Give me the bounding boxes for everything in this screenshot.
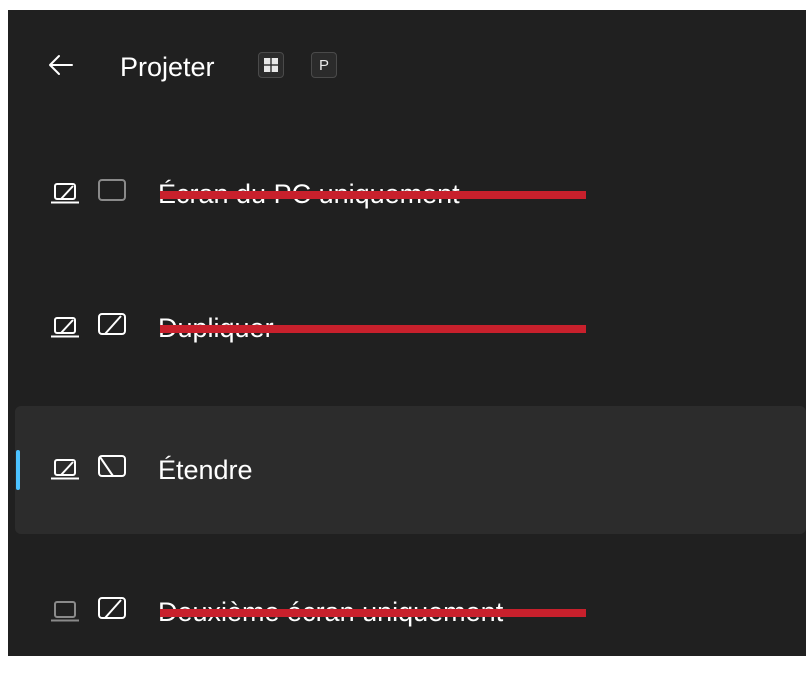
- extend-icon: [51, 455, 126, 480]
- project-flyout: Projeter P Écran du PC uniquement: [8, 10, 806, 656]
- page-title: Projeter: [120, 52, 215, 82]
- selection-indicator: [16, 450, 20, 490]
- option-second-screen-only[interactable]: Deuxième écran uniquement: [15, 548, 806, 676]
- back-arrow-icon: [49, 55, 73, 75]
- pc-screen-only-icon: [51, 179, 126, 204]
- redaction-bar: [160, 191, 586, 199]
- redaction-bar: [160, 609, 586, 617]
- back-button[interactable]: [44, 48, 78, 82]
- option-extend[interactable]: Étendre: [15, 406, 806, 534]
- windows-key-badge: [258, 52, 284, 78]
- option-label: Étendre: [158, 455, 253, 485]
- redaction-bar: [160, 325, 586, 333]
- flyout-header: Projeter P: [8, 10, 806, 115]
- duplicate-icon: [51, 313, 126, 338]
- option-pc-screen-only[interactable]: Écran du PC uniquement: [15, 130, 806, 258]
- option-duplicate[interactable]: Dupliquer: [15, 264, 806, 392]
- p-key-badge: P: [311, 52, 337, 78]
- second-screen-only-icon: [51, 597, 126, 622]
- windows-logo-icon: [264, 58, 278, 72]
